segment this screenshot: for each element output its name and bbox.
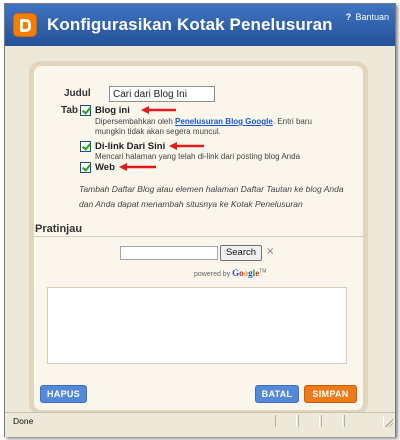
clear-icon[interactable]: × bbox=[266, 246, 274, 257]
red-arrow-icon bbox=[169, 142, 204, 150]
dialog-title: Konfigurasikan Kotak Penelusuran bbox=[47, 15, 333, 34]
browser-window: Konfigurasikan Kotak Penelusuran ? Bantu… bbox=[4, 3, 396, 437]
google-logo: Google bbox=[232, 268, 260, 278]
status-cell bbox=[321, 415, 343, 427]
blogger-logo-icon bbox=[13, 13, 37, 37]
blog-ini-description: Dipersembahkan oleh Penelusuran Blog Goo… bbox=[95, 117, 312, 136]
web-checkbox[interactable] bbox=[80, 162, 91, 173]
save-button[interactable]: SIMPAN bbox=[304, 385, 357, 403]
preview-search-input[interactable] bbox=[120, 246, 218, 260]
web-label: Web bbox=[95, 162, 115, 173]
title-label: Judul bbox=[64, 88, 91, 99]
google-blog-search-link[interactable]: Penelusuran Blog Google bbox=[175, 117, 273, 126]
status-text: Done bbox=[13, 416, 34, 426]
powered-by-google: powered by GoogleTM bbox=[194, 268, 267, 278]
remove-button[interactable]: HAPUS bbox=[40, 385, 87, 403]
tab-label: Tab bbox=[61, 105, 79, 116]
preview-search-button[interactable]: Search bbox=[220, 245, 262, 261]
powered-by-label: powered by bbox=[194, 271, 231, 278]
title-input[interactable] bbox=[109, 86, 215, 102]
preview-heading: Pratinjau bbox=[35, 223, 83, 235]
preview-divider bbox=[34, 236, 364, 237]
list-hint-note: Tambah Daftar Blog atau elemen halaman D… bbox=[79, 184, 344, 209]
status-cell bbox=[298, 415, 320, 427]
help-icon: ? bbox=[345, 12, 352, 22]
red-arrow-icon bbox=[119, 163, 156, 171]
cancel-button[interactable]: BATAL bbox=[255, 385, 299, 403]
status-cell bbox=[344, 415, 384, 427]
blog-ini-checkbox[interactable] bbox=[80, 105, 91, 116]
help-link[interactable]: ? Bantuan bbox=[344, 12, 389, 22]
di-link-checkbox[interactable] bbox=[80, 141, 91, 152]
dialog-header: Konfigurasikan Kotak Penelusuran ? Bantu… bbox=[5, 4, 395, 46]
di-link-description: Mencari halaman yang telah di-link dari … bbox=[95, 152, 301, 161]
blog-ini-label: Blog ini bbox=[95, 105, 130, 116]
resize-grip-icon[interactable] bbox=[384, 418, 393, 427]
status-bar: Done bbox=[5, 412, 395, 437]
di-link-label: Di-link Dari Sini bbox=[95, 141, 166, 152]
help-label: Bantuan bbox=[355, 12, 389, 22]
status-cell bbox=[275, 415, 297, 427]
preview-results-area bbox=[47, 287, 347, 364]
red-arrow-icon bbox=[141, 106, 176, 114]
